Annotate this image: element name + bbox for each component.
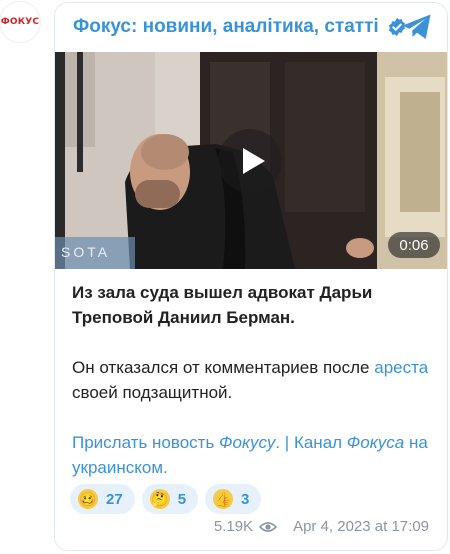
- message-card: Фокус: новини, аналітика, статті SOTA 0:…: [54, 2, 448, 551]
- channel-name-link[interactable]: Фокус: новини, аналітика, статті: [73, 16, 379, 38]
- send-news-italic: Фокусу: [219, 433, 276, 452]
- video-player[interactable]: [55, 52, 447, 269]
- footer-end: .: [163, 458, 168, 477]
- message-header: Фокус: новини, аналітика, статті: [55, 3, 447, 51]
- telegram-icon[interactable]: [401, 13, 433, 41]
- channel-avatar[interactable]: ФОКУС: [0, 2, 40, 42]
- reaction-thinking[interactable]: 🤔 5: [141, 484, 199, 514]
- view-count: 5.19K: [213, 518, 254, 535]
- video-duration-badge: 0:06: [388, 232, 440, 258]
- woozy-face-icon: 🥴: [78, 489, 98, 509]
- thinking-face-icon: 🤔: [149, 489, 170, 509]
- thumbs-up-icon: 👍: [213, 489, 234, 509]
- message-text: Из зала суда вышел адвокат Дарьи Трепово…: [72, 280, 434, 480]
- message-headline: Из зала суда вышел адвокат Дарьи Трепово…: [72, 283, 373, 327]
- reaction-count: 27: [106, 490, 123, 508]
- reaction-thumbs-up[interactable]: 👍 3: [205, 484, 262, 514]
- paragraph-text-end: своей подзащитной.: [72, 383, 233, 402]
- channel-link-label: Канал: [293, 433, 347, 452]
- message-paragraph: Он отказался от комментариев после арест…: [72, 355, 434, 405]
- reaction-count: 3: [241, 490, 250, 508]
- channel-link-italic: Фокуса: [346, 433, 405, 452]
- message-meta: 5.19K Apr 4, 2023 at 17:09: [214, 518, 429, 535]
- avatar-logo-text: ФОКУС: [0, 17, 40, 27]
- reactions-bar: 🥴 27 🤔 5 👍 3: [70, 484, 262, 514]
- send-news-link[interactable]: Прислать новость Фокусу: [72, 433, 275, 452]
- play-button[interactable]: [218, 129, 282, 193]
- eye-icon: [259, 521, 278, 532]
- message-timestamp[interactable]: Apr 4, 2023 at 17:09: [293, 518, 429, 535]
- send-news-label: Прислать новость: [72, 433, 220, 452]
- arrest-link[interactable]: ареста: [374, 358, 428, 377]
- reaction-woozy[interactable]: 🥴 27: [70, 484, 135, 514]
- reaction-count: 5: [177, 490, 187, 508]
- video-watermark: SOTA: [61, 244, 111, 260]
- message-footer: Прислать новость Фокусу. | Канал Фокуса …: [72, 430, 434, 480]
- paragraph-text: Он отказался от комментариев после: [72, 358, 375, 377]
- footer-separator: . |: [275, 433, 294, 452]
